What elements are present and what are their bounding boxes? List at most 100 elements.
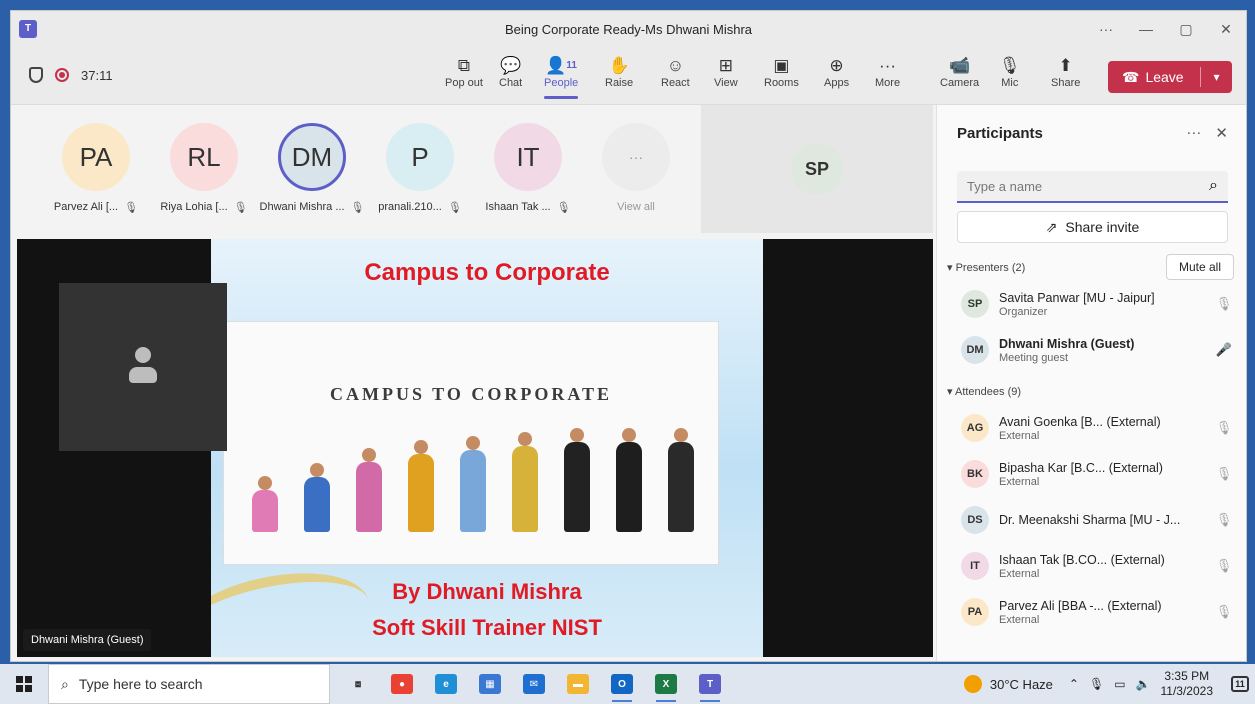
view-all-tile[interactable]: ··· View all [591,123,681,213]
close-panel-button[interactable]: ✕ [1215,124,1228,142]
participant-tile[interactable]: RL Riya Lohia [... 🎙 [159,123,249,214]
rooms-button[interactable]: ▣ Rooms [764,55,799,89]
participant-role: Organizer [999,305,1048,318]
tile-name: Ishaan Tak ... 🎙 [483,201,573,214]
notification-center-button[interactable]: 11 [1225,664,1255,704]
tile-name: Dhwani Mishra ... 🎙 [260,201,365,214]
spotlight-tile[interactable]: SP [701,105,933,233]
pop-out-button[interactable]: ⧉ Pop out [445,55,483,89]
search-input[interactable] [967,178,1197,194]
minimize-button[interactable]: — [1126,11,1166,47]
participant-tile[interactable]: IT Ishaan Tak ... 🎙 [483,123,573,214]
avatar: AG [961,414,989,442]
participant-row[interactable]: IT Ishaan Tak [B.CO... (External) External… [937,543,1246,589]
presenters-section-header[interactable]: ▾ Presenters (2) Mute all [937,253,1246,281]
chat-button[interactable]: 💬 Chat [499,55,522,89]
participant-role: External [999,429,1040,442]
clock-time: 3:35 PM [1164,669,1210,683]
figure-professional [616,428,642,532]
toolbar-button-label: Apps [824,77,850,89]
react-button[interactable]: ☺ React [661,55,690,89]
apps-button[interactable]: ⊕ Apps [824,55,849,89]
avatar: IT [961,552,989,580]
presenters-header: Presenters (2) [955,261,1026,274]
clock[interactable]: 3:35 PM 11/3/2023 [1161,669,1214,699]
taskbar-app-edge[interactable]: e [424,664,468,704]
weather-sun-icon [963,675,982,693]
mic-off-icon[interactable]: 🎙 [1214,604,1234,620]
tile-name: Riya Lohia [... 🎙 [159,201,249,214]
mic-off-icon[interactable]: 🎙 [1214,420,1234,436]
mic-icon[interactable]: 🎤 [1214,342,1234,358]
start-button[interactable] [0,664,48,704]
mic-icon[interactable]: 🎙 [1089,677,1104,691]
taskbar-app-teams[interactable]: T [688,664,732,704]
more-options-icon[interactable]: ··· [1186,124,1201,142]
students-illustration [244,422,700,532]
taskbar-app-chrome[interactable]: ● [380,664,424,704]
more-button[interactable]: ··· More [875,55,900,89]
slide-role: Soft Skill Trainer NIST [372,615,602,640]
taskbar-search[interactable]: ⌕ Type here to search [48,664,330,704]
taskbar-app-task-view[interactable]: ⧈ [336,664,380,704]
taskbar-app-outlook[interactable]: O [600,664,644,704]
chat-icon: 💬 [500,56,522,75]
volume-icon[interactable]: 🔈 [1136,677,1151,691]
maximize-button[interactable]: ▢ [1166,11,1206,47]
participant-row[interactable]: DS Dr. Meenakshi Sharma [MU - J... 🎙 [937,497,1246,543]
mic-off-icon[interactable]: 🎙 [1214,466,1234,482]
share-invite-button[interactable]: ⇗ Share invite [957,211,1228,243]
avatar: RL [170,123,238,191]
weather-widget[interactable]: 30°C Haze [963,675,1053,693]
avatar: ··· [602,123,670,191]
taskbar-app-store[interactable]: ▦ [468,664,512,704]
tile-name-text: Riya Lohia [... [160,201,228,213]
mic-off-icon[interactable]: 🎙 [1214,296,1234,312]
window-title: Being Corporate Ready-Ms Dhwani Mishra [504,21,753,37]
weather-text: 30°C Haze [989,676,1053,692]
participant-row[interactable]: SP Savita Panwar [MU - Jaipur] Organizer 🎙 [937,281,1246,327]
avatar: DS [961,506,989,534]
more-options-icon[interactable]: ··· [1086,11,1126,47]
camera-button[interactable]: 📹 Camera [940,55,979,89]
chevron-up-icon[interactable]: ⌃ [1069,677,1079,691]
participant-tile[interactable]: DM Dhwani Mishra ... 🎙 [260,123,365,214]
participant-row[interactable]: BK Bipasha Kar [B.C... (External) External… [937,451,1246,497]
taskbar-apps: ⧈ ● e ▦ ✉ ▬ O X T [336,664,732,704]
participant-row[interactable]: PA Parvez Ali [BBA -... (External) Externa… [937,589,1246,635]
raise-button[interactable]: ✋ Raise [605,55,633,89]
self-view-tile[interactable] [59,283,227,451]
view-button[interactable]: ⊞ View [714,55,738,89]
mic-button[interactable]: 🎙 Mic [999,55,1021,89]
raise-hand-icon: ✋ [608,56,630,75]
participant-info: Dhwani Mishra (Guest) Meeting guest [999,337,1214,364]
panel-controls: ··· ✕ [1186,124,1228,142]
mic-off-icon[interactable]: 🎙 [1214,558,1234,574]
taskbar-app-mail[interactable]: ✉ [512,664,556,704]
chevron-down-icon[interactable]: ▾ [1201,70,1232,84]
battery-icon[interactable]: ▭ [1114,677,1125,691]
participant-role: External [999,613,1040,626]
taskbar-app-excel[interactable]: X [644,664,688,704]
avatar: DM [961,336,989,364]
people-button[interactable]: 👤11 People [544,55,579,99]
task-view-icon: ⧈ [347,674,369,694]
taskbar-app-explorer[interactable]: ▬ [556,664,600,704]
participant-row[interactable]: AG Avani Goenka [B... (External) External 🎙 [937,405,1246,451]
participant-name: Dr. Meenakshi Sharma [MU - J... [999,513,1181,527]
share-button[interactable]: ⬆ Share [1051,55,1080,89]
leave-button[interactable]: ☎ Leave ▾ [1108,61,1232,93]
participant-info: Bipasha Kar [B.C... (External) External [999,461,1214,488]
mic-off-icon[interactable]: 🎙 [1214,512,1234,528]
participant-tile[interactable]: PA Parvez Ali [... 🎙 [51,123,141,214]
participant-role: External [999,567,1040,580]
pop-out-icon: ⧉ [457,56,471,75]
participant-info: Parvez Ali [BBA -... (External) External [999,599,1214,626]
participant-row[interactable]: DM Dhwani Mishra (Guest) Meeting guest 🎤 [937,327,1246,373]
meeting-status: 37:11 [29,67,113,83]
avatar: P [386,123,454,191]
attendees-section-header[interactable]: ▾ Attendees (9) [937,377,1246,405]
mute-all-button[interactable]: Mute all [1165,254,1234,280]
participant-tile[interactable]: Ppranali.210... 🎙 [375,123,465,214]
close-window-button[interactable]: ✕ [1206,11,1246,47]
